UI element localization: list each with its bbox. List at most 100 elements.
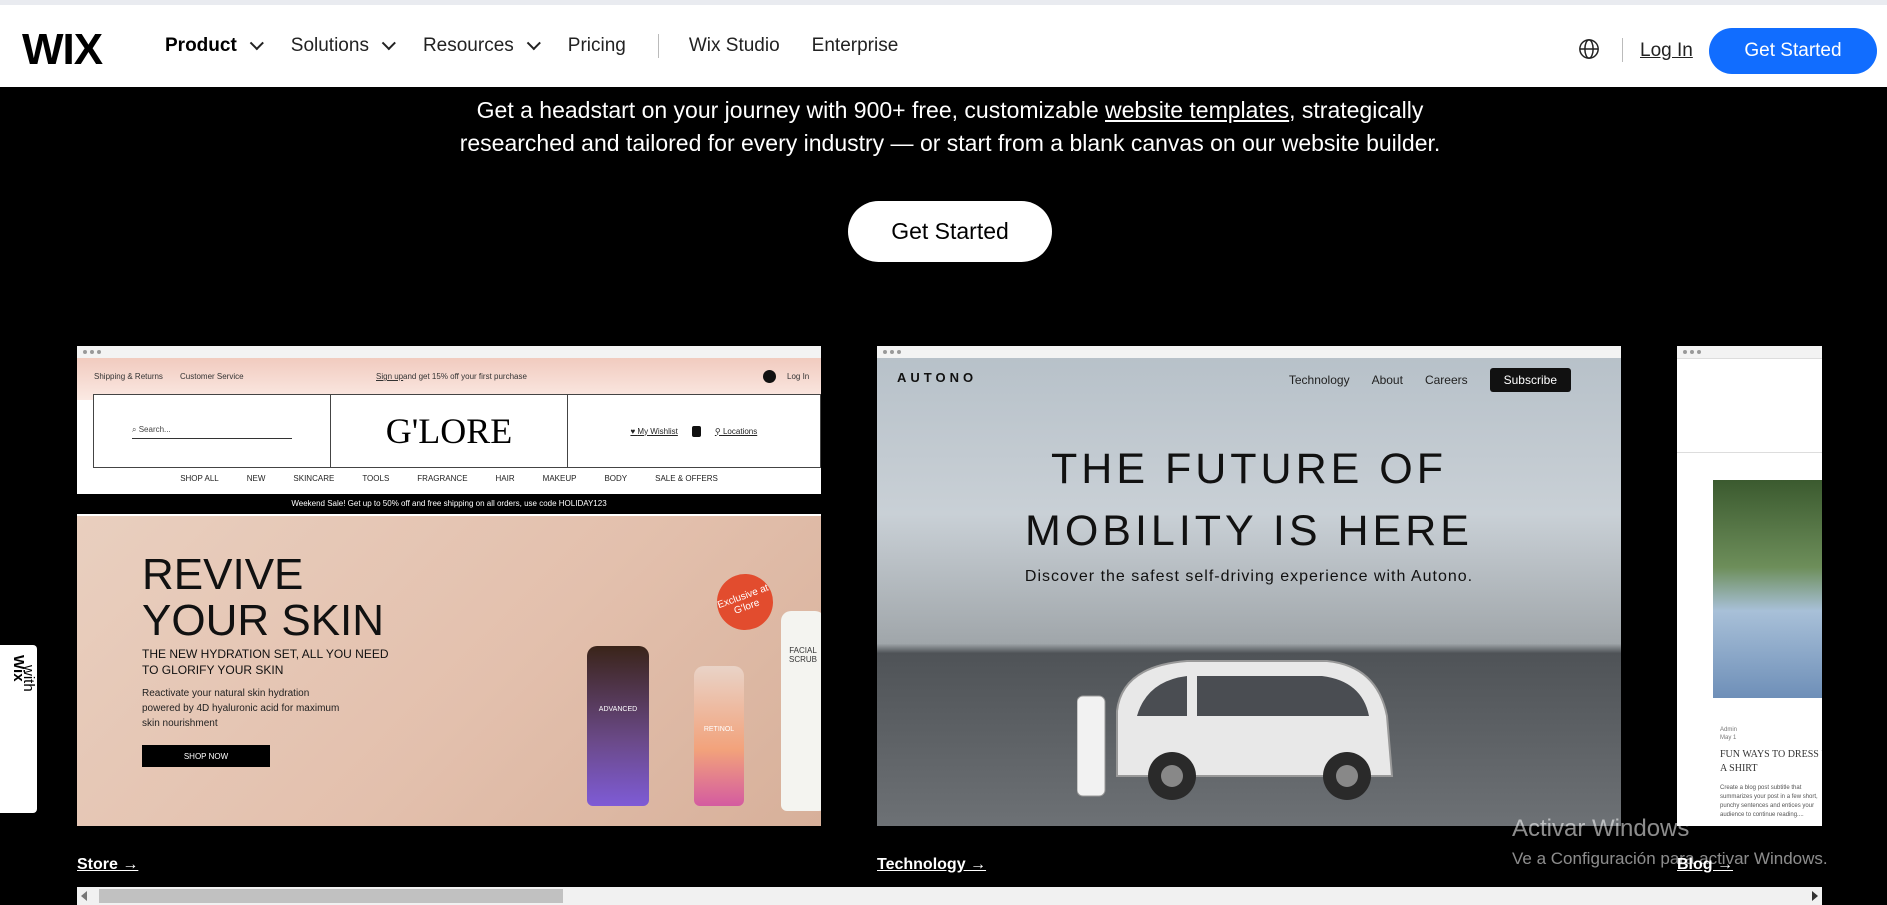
- nav-item-wix-studio[interactable]: Wix Studio: [689, 35, 780, 57]
- nav-label: Solutions: [290, 35, 369, 56]
- car-image: [1077, 660, 1394, 800]
- tube-label: FACIAL SCRUB: [788, 646, 817, 664]
- store-menu-item[interactable]: HAIR: [496, 474, 515, 483]
- retinol-bottle: RETINOL: [694, 666, 744, 806]
- store-menu-item[interactable]: SKINCARE: [293, 474, 334, 483]
- headline-line: REVIVE: [142, 550, 304, 599]
- autono-title: THE FUTURE OF MOBILITY IS HERE: [877, 438, 1621, 562]
- locations-label: Locations: [722, 426, 758, 436]
- scroll-left-icon[interactable]: [81, 891, 87, 901]
- bottle-label: ADVANCED: [598, 706, 638, 713]
- browser-bar: [877, 346, 1621, 358]
- nav-label: Pricing: [567, 35, 626, 56]
- blog-excerpt: Create a blog post subtitle that summari…: [1720, 785, 1818, 818]
- title-line: MOBILITY IS HERE: [1025, 507, 1473, 555]
- bag-icon[interactable]: [691, 425, 701, 437]
- store-locations[interactable]: ⚲ Locations: [715, 427, 757, 436]
- intro-text: Get a headstart on your journey with 900…: [0, 94, 1887, 160]
- wix-logo[interactable]: WIX: [22, 25, 103, 75]
- nav-label: Wix Studio: [688, 35, 780, 56]
- autono-logo: AUTONO: [897, 370, 978, 385]
- nav-label: Enterprise: [811, 35, 899, 56]
- store-login[interactable]: Log In: [787, 372, 809, 381]
- template-card-blog[interactable]: Admin May 1 FUN WAYS TO DRESS UP A SHIRT…: [1677, 346, 1822, 826]
- scroll-right-icon[interactable]: [1812, 891, 1818, 901]
- site-header: WIX Product Solutions Resources Pricing …: [0, 0, 1887, 87]
- blog-post-preview: Admin May 1 FUN WAYS TO DRESS UP A SHIRT…: [1720, 726, 1822, 820]
- blog-post-title[interactable]: FUN WAYS TO DRESS UP A SHIRT: [1720, 748, 1822, 776]
- intro-text-part: Get a headstart on your journey with 900…: [476, 97, 1106, 123]
- shop-now-button[interactable]: SHOP NOW: [142, 745, 270, 767]
- store-menu-item[interactable]: NEW: [247, 474, 266, 483]
- store-menu-item[interactable]: BODY: [604, 474, 627, 483]
- nav-item-resources[interactable]: Resources: [422, 35, 541, 57]
- store-header-box: ⌕ Search... G'LORE ♥ My Wishlist ⚲ Locat…: [93, 394, 821, 468]
- store-shipping-link[interactable]: Shipping & Returns: [94, 372, 163, 381]
- hero-get-started-button[interactable]: Get Started: [848, 201, 1052, 262]
- nav-item-product[interactable]: Product: [165, 35, 264, 57]
- blog-divider: [1677, 358, 1822, 359]
- store-body: Reactivate your natural skin hydration p…: [142, 688, 340, 729]
- globe-icon[interactable]: [1578, 38, 1600, 60]
- store-wishlist[interactable]: ♥ My Wishlist: [630, 427, 677, 436]
- store-menu-item[interactable]: MAKEUP: [543, 474, 577, 483]
- nav-label: Product: [165, 35, 237, 56]
- store-subhead: THE NEW HYDRATION SET, ALL YOU NEED TO G…: [142, 647, 389, 677]
- autono-nav-item[interactable]: Technology: [1289, 373, 1350, 387]
- scrub-tube: FACIAL SCRUB: [781, 611, 821, 811]
- exclusive-badge: Exclusive at G'lore: [709, 566, 781, 638]
- blog-date: May 1: [1720, 735, 1737, 741]
- windows-activation-text: Ve a Configuración para activar Windows.: [1512, 849, 1828, 868]
- store-signup-link[interactable]: Sign up: [376, 372, 403, 381]
- bottle-label: RETINOL: [703, 726, 735, 733]
- intro-text-part: , strategically: [1289, 97, 1424, 123]
- login-link[interactable]: Log In: [1640, 40, 1693, 62]
- blog-photo: [1713, 480, 1822, 698]
- nav-item-solutions[interactable]: Solutions: [290, 35, 396, 57]
- store-menu-item[interactable]: SHOP ALL: [180, 474, 219, 483]
- template-card-technology[interactable]: AUTONO Technology About Careers Subscrib…: [877, 346, 1621, 826]
- created-with-label: Created with Wix: [10, 655, 54, 718]
- headline-line: YOUR SKIN: [142, 596, 385, 645]
- chevron-down-icon: [526, 36, 541, 51]
- chevron-down-icon: [381, 36, 396, 51]
- browser-bar: [1677, 346, 1822, 358]
- scrollbar-thumb[interactable]: [99, 889, 563, 903]
- serum-bottle: ADVANCED: [587, 646, 649, 806]
- website-templates-link[interactable]: website templates: [1105, 97, 1289, 123]
- store-headline: REVIVE YOUR SKIN: [142, 552, 384, 644]
- tab-prefix: Created with: [20, 665, 54, 719]
- technology-category-link[interactable]: Technology →: [877, 856, 986, 874]
- horizontal-scrollbar[interactable]: [77, 887, 1822, 905]
- nav-label: Resources: [422, 35, 514, 56]
- windows-activation-title: Activar Windows: [1512, 815, 1690, 842]
- get-started-button[interactable]: Get Started: [1709, 28, 1877, 74]
- store-menu-item[interactable]: FRAGRANCE: [417, 474, 467, 483]
- user-icon: [763, 370, 776, 383]
- store-hero: REVIVE YOUR SKIN THE NEW HYDRATION SET, …: [77, 516, 821, 826]
- nav-divider: [657, 34, 659, 58]
- main-nav: Product Solutions Resources Pricing Wix …: [165, 5, 930, 87]
- created-with-wix-tab[interactable]: Created with Wix: [0, 645, 54, 813]
- store-menu-item[interactable]: TOOLS: [362, 474, 389, 483]
- autono-nav-item[interactable]: About: [1372, 373, 1403, 387]
- autono-nav: Technology About Careers Subscribe: [1289, 368, 1571, 392]
- store-sale-strip: Weekend Sale! Get up to 50% off and free…: [77, 494, 821, 514]
- title-line: THE FUTURE OF: [1051, 445, 1447, 493]
- nav-item-enterprise[interactable]: Enterprise: [812, 35, 899, 57]
- store-menu: SHOP ALL NEW SKINCARE TOOLS FRAGRANCE HA…: [77, 474, 821, 483]
- autono-subtitle: Discover the safest self-driving experie…: [1024, 568, 1474, 585]
- blog-author: Admin: [1720, 727, 1738, 733]
- wishlist-label: My Wishlist: [637, 426, 678, 436]
- autono-nav-item[interactable]: Careers: [1425, 373, 1468, 387]
- store-promo-text: and get 15% off your first purchase: [403, 372, 527, 381]
- template-card-store[interactable]: Shipping & Returns Customer Service Sign…: [77, 346, 821, 826]
- store-menu-item[interactable]: SALE & OFFERS: [655, 474, 718, 483]
- store-brand: G'LORE: [331, 395, 568, 467]
- subscribe-button[interactable]: Subscribe: [1489, 368, 1571, 392]
- store-actions: ♥ My Wishlist ⚲ Locations: [568, 395, 820, 467]
- nav-item-pricing[interactable]: Pricing: [568, 35, 626, 57]
- store-category-link[interactable]: Store →: [77, 856, 138, 874]
- store-service-link[interactable]: Customer Service: [180, 372, 244, 381]
- store-search-input[interactable]: ⌕ Search...: [132, 425, 292, 439]
